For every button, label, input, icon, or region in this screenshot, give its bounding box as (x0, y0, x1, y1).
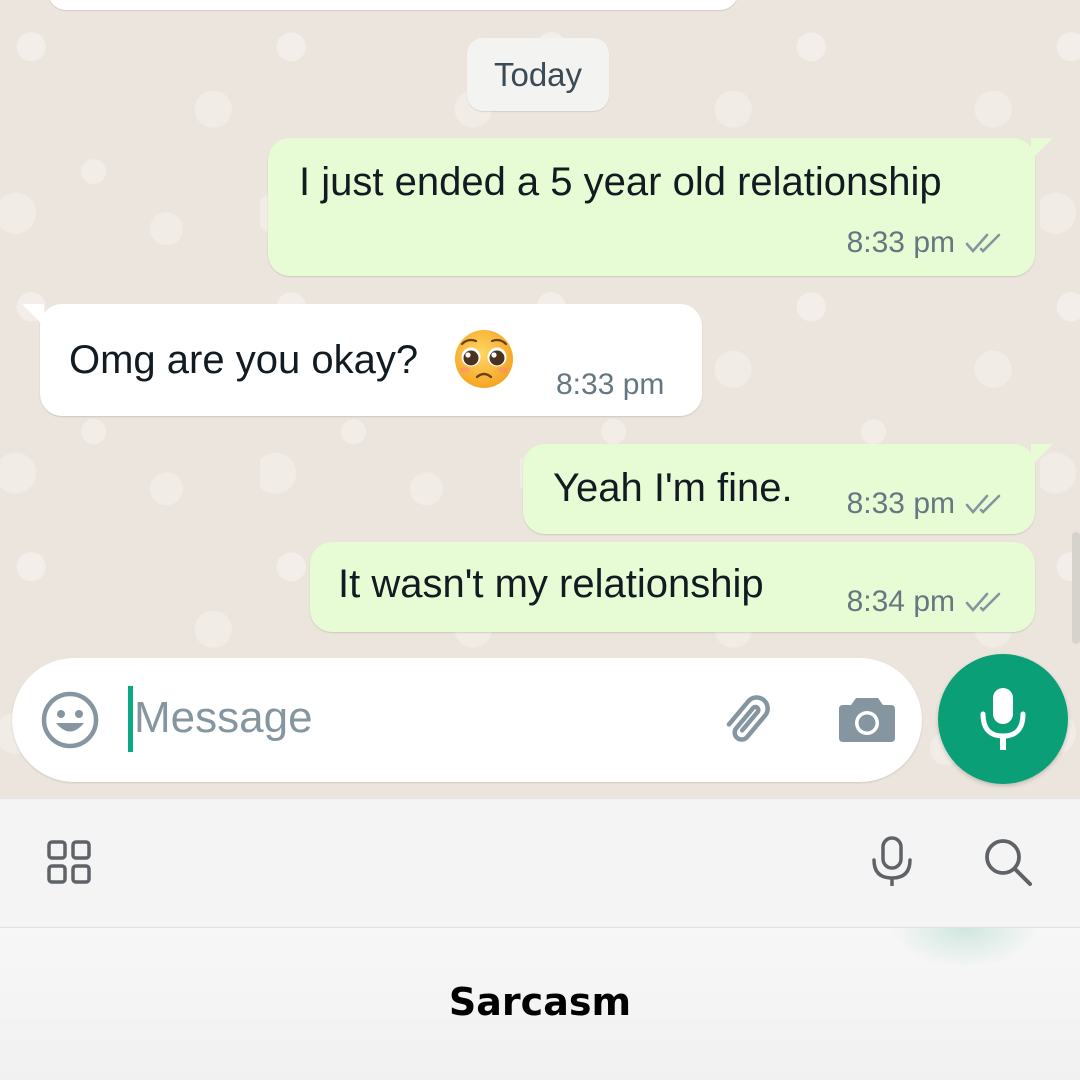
message-time: 8:33 pm (556, 368, 665, 401)
apps-grid-icon[interactable] (44, 838, 94, 886)
message-bubble-outgoing[interactable]: I just ended a 5 year old relationship 8… (268, 138, 1053, 276)
bubble-tail (1031, 138, 1053, 160)
read-receipt-icon (965, 492, 1009, 516)
attachment-icon[interactable] (712, 688, 782, 752)
caption-glow (890, 928, 1040, 968)
previous-message-bubble (48, 0, 738, 10)
screenshot: Today I just ended a 5 year old relation… (0, 0, 1080, 1080)
message-text: Yeah I'm fine. (553, 466, 793, 510)
message-meta: 8:33 pm (847, 487, 1009, 521)
voice-message-button[interactable] (938, 654, 1068, 784)
message-meta: 8:33 pm (556, 368, 664, 402)
mic-icon (980, 688, 1026, 750)
read-receipt-icon (965, 231, 1009, 255)
keyboard-toolbar (0, 798, 1080, 929)
message-text: It wasn't my relationship (338, 562, 764, 606)
message-input[interactable]: Message (134, 693, 313, 743)
message-bubble-outgoing[interactable]: It wasn't my relationship 8:34 pm (310, 542, 1035, 632)
text-cursor (128, 686, 133, 752)
scrollbar[interactable] (1072, 532, 1080, 644)
message-text: Omg are you okay? (69, 338, 419, 382)
pleading-face-emoji-icon (455, 330, 513, 388)
message-bubble-outgoing[interactable]: Yeah I'm fine. 8:33 pm (523, 444, 1053, 534)
meme-caption: Sarcasm (448, 980, 632, 1024)
voice-input-icon[interactable] (866, 834, 918, 890)
message-time: 8:34 pm (846, 585, 955, 618)
read-receipt-icon (965, 590, 1009, 614)
bubble-tail (1031, 444, 1053, 466)
message-time: 8:33 pm (846, 226, 955, 259)
message-meta: 8:33 pm (847, 226, 1009, 260)
emoji-icon[interactable] (38, 688, 102, 752)
date-separator-label: Today (493, 55, 583, 93)
bubble-tail (22, 304, 44, 326)
search-icon[interactable] (980, 834, 1036, 890)
message-meta: 8:34 pm (847, 585, 1009, 619)
camera-icon[interactable] (836, 688, 898, 748)
date-separator: Today (467, 38, 609, 111)
message-time: 8:33 pm (846, 487, 955, 520)
message-bubble-incoming[interactable]: Omg are you okay? 8:33 pm (22, 304, 702, 416)
message-text: I just ended a 5 year old relationship (299, 160, 942, 204)
